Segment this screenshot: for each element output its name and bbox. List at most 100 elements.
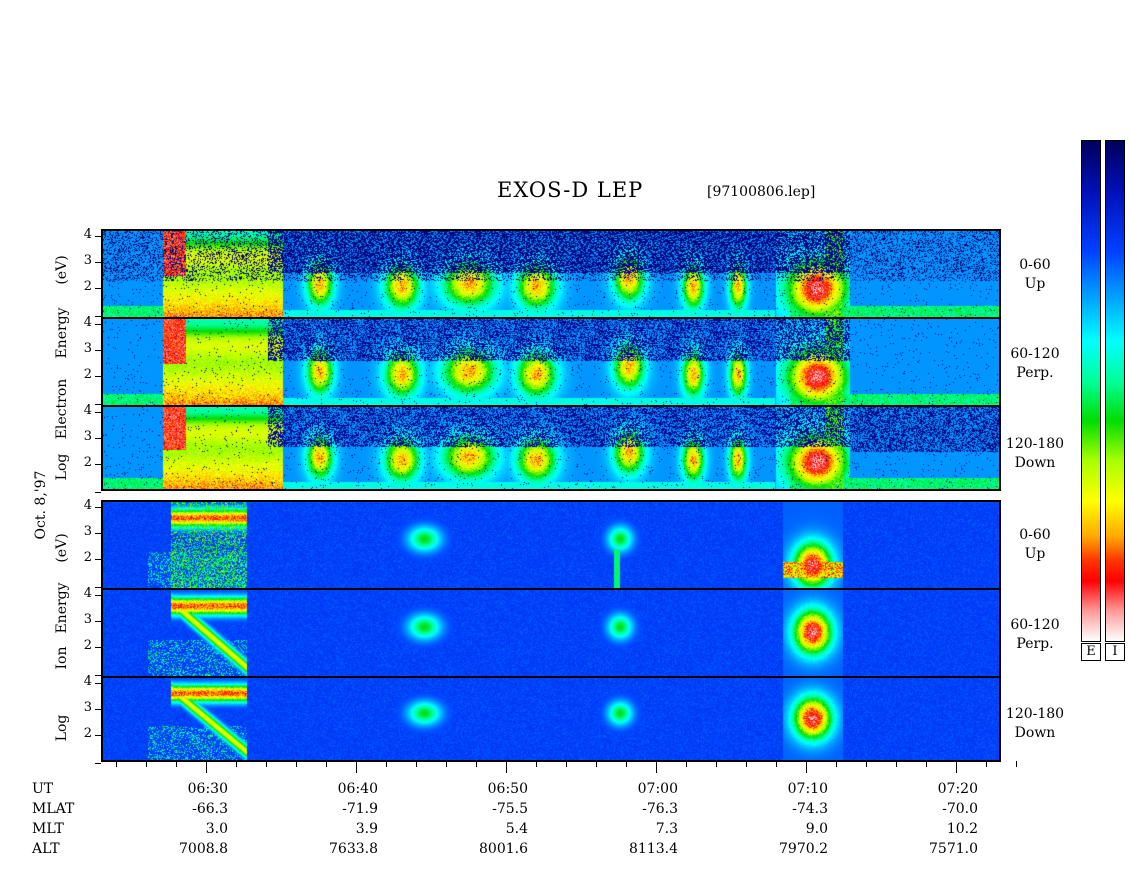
direction-label: Up: [1024, 546, 1046, 562]
ion-colorbar: [1105, 140, 1125, 642]
electron-y-tick: [95, 262, 101, 264]
ion-y-tick: [95, 621, 101, 623]
x-minor-tick: [836, 761, 837, 767]
pitch-angle-label: 60-120: [1010, 346, 1060, 362]
date-label: Oct. 8,'97: [33, 470, 49, 540]
electron-y-tick: [95, 438, 101, 440]
ion-y-tick-label: 4: [83, 674, 92, 690]
ion-y-tick-label: 3: [83, 700, 92, 716]
electron-y-tick-label: 2: [83, 279, 92, 295]
ion-y-tick-label: 2: [83, 638, 92, 654]
chart-title: EXOS-D LEP: [497, 178, 644, 202]
ion-spectrogram-panel: [101, 500, 1001, 762]
electron-y-axis-label: Electron: [54, 378, 70, 440]
ion-y-tick: [95, 735, 101, 737]
x-minor-tick: [896, 761, 897, 767]
electron-spectrogram-up: [103, 231, 999, 317]
direction-label: Up: [1024, 276, 1046, 292]
ephemeris-row-header-alt: ALT: [32, 841, 60, 857]
ion-y-tick-label: 2: [83, 550, 92, 566]
ephemeris-alt-value: 7633.8: [329, 841, 378, 857]
ion-spectrogram-down: [103, 678, 999, 760]
ephemeris-mlat-value: -75.5: [492, 801, 528, 817]
ephemeris-row-header-mlt: MLT: [32, 821, 64, 837]
pitch-angle-label: 120-180: [1005, 436, 1065, 452]
electron-y-tick: [95, 350, 101, 352]
x-major-tick: [806, 761, 807, 773]
direction-label: Down: [1014, 455, 1056, 471]
electron-y-tick: [95, 376, 101, 378]
ion-channel-label: 120-180 Down: [1004, 705, 1066, 743]
electron-spectrogram-perp: [103, 319, 999, 405]
ephemeris-mlt-value: 5.4: [505, 821, 528, 837]
ephemeris-alt-value: 7970.2: [779, 841, 828, 857]
time-axis: [101, 761, 1017, 775]
ephemeris-mlat-value: -71.9: [342, 801, 378, 817]
ephemeris-mlat-value: -76.3: [642, 801, 678, 817]
ephemeris-ut-value: 07:00: [637, 781, 678, 797]
ephemeris-mlt-value: 9.0: [805, 821, 828, 837]
x-minor-tick: [746, 761, 747, 767]
ion-y-tick: [95, 683, 101, 685]
x-minor-tick: [566, 761, 567, 767]
x-minor-tick: [476, 761, 477, 767]
ephemeris-ut-value: 06:50: [487, 781, 528, 797]
electron-y-tick-label: 4: [83, 403, 92, 419]
ion-y-axis-label: Ion: [54, 646, 70, 670]
x-minor-tick: [1016, 761, 1017, 767]
ephemeris-mlat-value: -70.0: [942, 801, 978, 817]
ion-y-tick-label: 4: [83, 498, 92, 514]
x-minor-tick: [926, 761, 927, 767]
ephemeris-row-header-mlat: MLAT: [32, 801, 75, 817]
ion-y-tick-label: 3: [83, 612, 92, 628]
x-minor-tick: [596, 761, 597, 767]
ephemeris-mlt-value: 3.9: [355, 821, 378, 837]
ion-y-tick-label: 2: [83, 726, 92, 742]
ephemeris-mlt-value: 3.0: [205, 821, 228, 837]
x-minor-tick: [866, 761, 867, 767]
x-minor-tick: [176, 761, 177, 767]
ion-y-axis-label: (eV): [54, 533, 70, 563]
electron-y-axis-label: (eV): [54, 255, 70, 285]
ephemeris-mlat-value: -74.3: [792, 801, 828, 817]
ion-y-axis-label: Energy: [54, 582, 70, 634]
ion-spectrogram-up: [103, 502, 999, 588]
ephemeris-row-header-ut: UT: [32, 781, 54, 797]
ephemeris-alt-value: 8113.4: [629, 841, 678, 857]
electron-y-axis-label: Energy: [54, 307, 70, 359]
electron-y-tick: [95, 492, 101, 493]
ephemeris-ut-value: 06:30: [187, 781, 228, 797]
electron-channel-label: 60-120 Perp.: [1004, 345, 1066, 383]
ephemeris-mlt-value: 7.3: [655, 821, 678, 837]
x-minor-tick: [536, 761, 537, 767]
electron-y-tick: [95, 404, 101, 405]
x-minor-tick: [416, 761, 417, 767]
electron-y-tick: [95, 324, 101, 326]
electron-channel-label: 0-60 Up: [1004, 256, 1066, 294]
ephemeris-mlat-value: -66.3: [192, 801, 228, 817]
electron-y-tick-label: 3: [83, 341, 92, 357]
ion-y-tick: [95, 595, 101, 597]
electron-y-tick-label: 4: [83, 227, 92, 243]
ion-y-tick-label: 3: [83, 524, 92, 540]
ion-y-tick: [95, 709, 101, 711]
ion-y-tick: [95, 507, 101, 509]
x-minor-tick: [296, 761, 297, 767]
ion-y-tick: [95, 533, 101, 535]
electron-y-tick-label: 2: [83, 455, 92, 471]
direction-label: Down: [1014, 725, 1056, 741]
electron-y-axis-label: Log: [54, 453, 70, 481]
electron-spectrogram-panel: [101, 229, 1001, 491]
ion-y-tick: [95, 559, 101, 561]
electron-spectrogram-down: [103, 407, 999, 489]
ion-channel-label: 60-120 Perp.: [1004, 616, 1066, 654]
ion-y-tick: [95, 647, 101, 649]
ephemeris-ut-value: 07:10: [787, 781, 828, 797]
electron-colorbar-label: E: [1081, 643, 1101, 661]
x-minor-tick: [986, 761, 987, 767]
electron-y-tick: [95, 412, 101, 414]
x-major-tick: [506, 761, 507, 773]
direction-label: Perp.: [1016, 365, 1054, 381]
ion-y-tick: [95, 587, 101, 588]
pitch-angle-label: 0-60: [1019, 527, 1051, 543]
